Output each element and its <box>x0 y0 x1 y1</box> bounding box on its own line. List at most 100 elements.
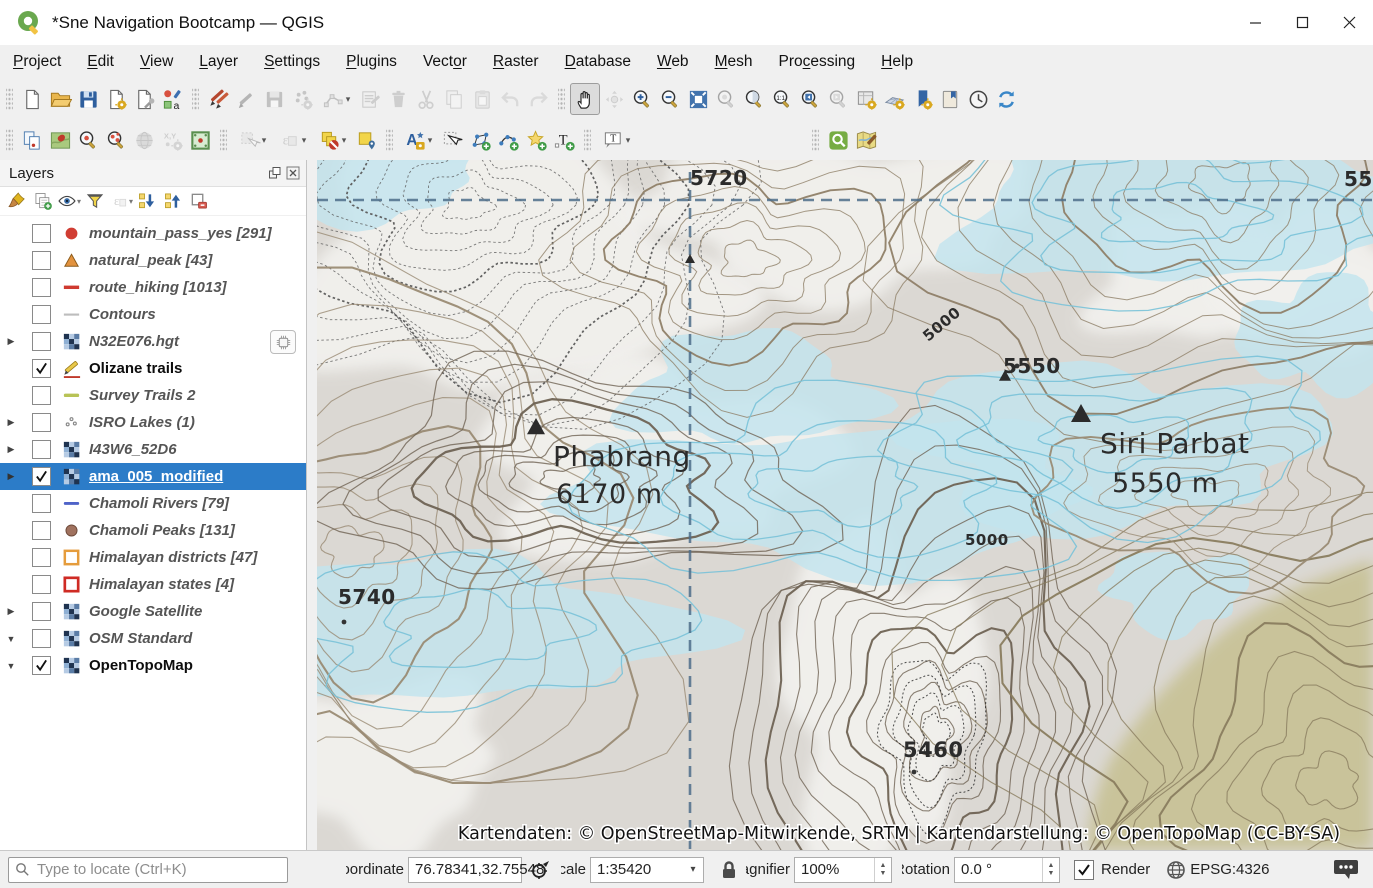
float-panel-icon[interactable] <box>268 166 282 180</box>
current-edits-button[interactable] <box>204 84 232 114</box>
layer-row-isro[interactable]: ▶ ISRO Lakes (1) <box>0 409 306 436</box>
extents-toggle-icon[interactable] <box>530 859 552 881</box>
expand-arrow-icon[interactable]: ▼ <box>0 661 22 671</box>
dropdown-arrow-icon[interactable]: ▾ <box>262 135 267 146</box>
text-annotation-button[interactable]: T ▾ <box>596 125 636 155</box>
add-polygon-annotation-button[interactable] <box>466 125 494 155</box>
menu-layer[interactable]: Layer <box>186 48 251 76</box>
layer-row-himalayan[interactable]: Himalayan districts [47] <box>0 544 306 571</box>
layer-visibility-checkbox[interactable] <box>32 278 51 297</box>
layer-row-contours[interactable]: Contours <box>0 301 306 328</box>
zoom-native-button[interactable]: 1:1 <box>768 84 796 114</box>
add-marker-annotation-button[interactable] <box>522 125 550 155</box>
expand-all-button[interactable] <box>134 189 160 213</box>
layout-manager-button[interactable] <box>130 84 158 114</box>
layer-visibility-checkbox[interactable] <box>32 575 51 594</box>
layer-row-chamoli[interactable]: Chamoli Rivers [79] <box>0 490 306 517</box>
scale-combo[interactable]: 1:35420 ▾ <box>590 856 704 883</box>
collapse-all-button[interactable] <box>160 189 186 213</box>
layer-visibility-checkbox[interactable] <box>32 251 51 270</box>
maximize-button[interactable] <box>1279 0 1326 45</box>
refresh-map-button[interactable] <box>992 84 1020 114</box>
layer-visibility-checkbox[interactable] <box>32 602 51 621</box>
zoom-to-points-button[interactable] <box>102 125 130 155</box>
layer-labeling-button[interactable]: A ▾ <box>398 125 438 155</box>
dropdown-arrow-icon[interactable]: ▾ <box>302 135 307 146</box>
scale-dropdown-icon[interactable]: ▾ <box>683 858 703 882</box>
dropdown-arrow-icon[interactable]: ▾ <box>342 135 347 146</box>
menu-vector[interactable]: Vector <box>410 48 480 76</box>
layer-row-ama_005_modified[interactable]: ▶ ama_005_modified <box>0 463 306 490</box>
close-button[interactable] <box>1326 0 1373 45</box>
locator-input[interactable] <box>35 860 269 879</box>
layer-row-himalayan[interactable]: Himalayan states [4] <box>0 571 306 598</box>
menu-settings[interactable]: Settings <box>251 48 333 76</box>
menu-processing[interactable]: Processing <box>765 48 868 76</box>
layer-row-survey[interactable]: Survey Trails 2 <box>0 382 306 409</box>
menu-web[interactable]: Web <box>644 48 702 76</box>
layer-visibility-checkbox[interactable] <box>32 359 51 378</box>
expand-arrow-icon[interactable]: ▶ <box>0 417 22 428</box>
layer-visibility-checkbox[interactable] <box>32 305 51 324</box>
filter-legend-button[interactable] <box>82 189 108 213</box>
osm-place-search-button[interactable] <box>824 125 852 155</box>
new-project-button[interactable] <box>18 84 46 114</box>
layer-row-chamoli[interactable]: Chamoli Peaks [131] <box>0 517 306 544</box>
annotation-select-button[interactable] <box>438 125 466 155</box>
messages-icon[interactable] <box>1333 858 1359 882</box>
render-checkbox[interactable] <box>1074 859 1094 880</box>
deselect-all-button[interactable]: ▾ <box>312 125 352 155</box>
menu-help[interactable]: Help <box>868 48 926 76</box>
locator-box[interactable] <box>8 856 288 883</box>
menu-raster[interactable]: Raster <box>480 48 552 76</box>
menu-mesh[interactable]: Mesh <box>702 48 766 76</box>
coordinate-box[interactable]: 76.78341,32.75548 <box>408 856 544 883</box>
select-by-value-button[interactable] <box>352 125 380 155</box>
zoom-out-button[interactable] <box>656 84 684 114</box>
temporal-controller-button[interactable] <box>964 84 992 114</box>
layer-visibility-checkbox[interactable] <box>32 629 51 648</box>
crs-value[interactable]: EPSG:4326 <box>1190 861 1269 878</box>
lock-scale-icon[interactable] <box>720 860 738 880</box>
zoom-to-point-button[interactable] <box>74 125 102 155</box>
georeferencer-button[interactable] <box>186 125 214 155</box>
layer-row-i43w6_52d6[interactable]: ▶ I43W6_52D6 <box>0 436 306 463</box>
copy-layer-style-button[interactable] <box>18 125 46 155</box>
layer-visibility-checkbox[interactable] <box>32 656 51 675</box>
styling-brush-button[interactable] <box>4 189 30 213</box>
new-print-layout-button[interactable] <box>102 84 130 114</box>
expand-arrow-icon[interactable]: ▶ <box>0 444 22 455</box>
open-project-button[interactable] <box>46 84 74 114</box>
show-bookmarks-button[interactable] <box>936 84 964 114</box>
save-project-button[interactable] <box>74 84 102 114</box>
rotation-spinbox[interactable]: 0.0 ° ▲ ▼ <box>954 856 1060 883</box>
layer-visibility-checkbox[interactable] <box>32 548 51 567</box>
layer-visibility-checkbox[interactable] <box>32 467 51 486</box>
minimize-button[interactable] <box>1232 0 1279 45</box>
pan-map-button[interactable] <box>570 83 600 115</box>
map-themes-button[interactable]: ▾ <box>56 189 82 213</box>
osm-edit-button[interactable] <box>852 125 880 155</box>
menu-view[interactable]: View <box>127 48 186 76</box>
zoom-to-layer-button[interactable] <box>740 84 768 114</box>
close-panel-icon[interactable] <box>286 166 300 180</box>
layer-visibility-checkbox[interactable] <box>32 413 51 432</box>
magnifier-spinbox[interactable]: 100% ▲ ▼ <box>794 856 892 883</box>
new-bookmark-button[interactable] <box>908 84 936 114</box>
rotation-spin-icons[interactable]: ▲ ▼ <box>1042 857 1059 882</box>
quickmap-services-button[interactable] <box>46 125 74 155</box>
new-3d-map-view-button[interactable] <box>880 84 908 114</box>
zoom-last-button[interactable] <box>796 84 824 114</box>
layer-visibility-checkbox[interactable] <box>32 494 51 513</box>
crs-globe-icon[interactable] <box>1166 860 1186 880</box>
zoom-full-button[interactable] <box>684 84 712 114</box>
add-group-button[interactable] <box>30 189 56 213</box>
layer-visibility-checkbox[interactable] <box>32 440 51 459</box>
dropdown-arrow-icon[interactable]: ▾ <box>346 94 351 105</box>
new-map-view-button[interactable] <box>852 84 880 114</box>
layer-visibility-checkbox[interactable] <box>32 521 51 540</box>
menu-edit[interactable]: Edit <box>74 48 127 76</box>
expand-arrow-icon[interactable]: ▶ <box>0 336 22 347</box>
menu-plugins[interactable]: Plugins <box>333 48 410 76</box>
layer-row-google[interactable]: ▶ Google Satellite <box>0 598 306 625</box>
